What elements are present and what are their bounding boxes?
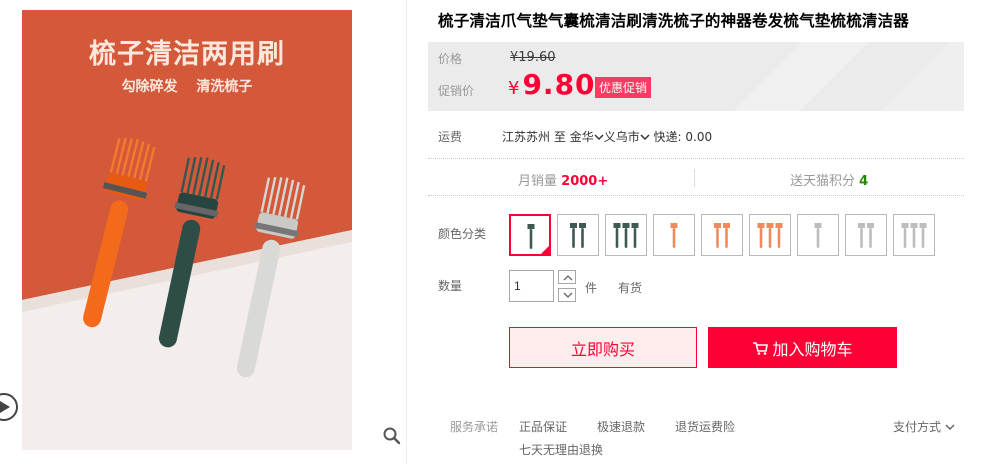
shipping-method: 快递: 0.00	[653, 130, 713, 144]
quantity-unit: 件	[585, 281, 598, 295]
service-item[interactable]: 正品保证	[519, 418, 567, 435]
points-value: 4	[859, 174, 869, 189]
chevron-down-icon	[945, 424, 955, 431]
magnifier-icon	[383, 427, 401, 445]
main-product-image[interactable]: 梳子清洁两用刷 勾除碎发 清洗梳子	[22, 10, 352, 450]
monthly-sales-label: 月销量	[518, 174, 558, 189]
product-gallery: 梳子清洁两用刷 勾除碎发 清洗梳子	[0, 0, 410, 464]
service-items: 正品保证 极速退款 退货运费险 七天无理由退换	[519, 418, 809, 458]
currency-symbol: ¥	[508, 78, 521, 99]
color-swatch[interactable]	[797, 214, 839, 256]
comb-thumbnail-icon	[714, 223, 730, 248]
comb-thumbnail-icon	[757, 223, 783, 248]
ad-title: 梳子清洁两用刷	[89, 39, 285, 70]
comb-thumbnail-icon	[670, 223, 678, 248]
city-dropdown[interactable]: 义乌市	[604, 130, 650, 144]
comb-thumbnail-icon	[570, 223, 586, 248]
color-swatch[interactable]	[749, 214, 791, 256]
quantity-label: 数量	[438, 279, 463, 293]
payment-label: 支付方式	[893, 420, 942, 434]
play-icon	[0, 401, 10, 413]
color-swatch[interactable]	[893, 214, 935, 256]
stock-status: 有货	[618, 281, 643, 295]
price-panel-pattern	[704, 42, 964, 111]
points-label: 送天猫积分	[790, 174, 856, 189]
service-item[interactable]: 极速退款	[597, 418, 645, 435]
service-item[interactable]: 七天无理由退换	[519, 441, 603, 458]
quantity-increase-button[interactable]	[558, 270, 576, 284]
original-price: ¥19.60	[510, 50, 556, 65]
add-to-cart-label: 加入购物车	[772, 339, 853, 359]
comb-thumbnail-icon	[901, 223, 927, 248]
color-swatches	[509, 214, 935, 256]
chevron-up-icon	[563, 275, 573, 281]
monthly-sales-value: 2000+	[561, 174, 609, 189]
play-video-button[interactable]	[0, 393, 18, 421]
province-value: 金华	[569, 130, 594, 144]
shipping-label: 运费	[438, 130, 463, 144]
chevron-down-icon	[640, 134, 650, 141]
color-swatch[interactable]	[557, 214, 599, 256]
comb-thumbnail-icon	[613, 223, 639, 248]
promo-price-value: 9.80	[522, 68, 596, 101]
color-swatch[interactable]	[509, 214, 551, 256]
comb-thumbnail-icon	[814, 223, 822, 248]
add-to-cart-button[interactable]: 加入购物车	[708, 327, 897, 368]
chevron-down-icon	[563, 292, 573, 298]
promo-price-label: 促销价	[438, 84, 475, 98]
selected-check-icon	[539, 244, 551, 256]
ship-to-prefix: 至	[553, 130, 566, 144]
color-option-label: 颜色分类	[438, 227, 487, 241]
service-label: 服务承诺	[450, 420, 499, 434]
product-title: 梳子清洁爪气垫气囊梳清洁刷清洗梳子的神器卷发梳气垫梳梳清洁器	[438, 12, 910, 30]
original-price-label: 价格	[438, 52, 463, 66]
color-swatch[interactable]	[701, 214, 743, 256]
stats-divider	[694, 169, 695, 187]
gallery-divider	[406, 0, 407, 464]
tmall-points: 送天猫积分 4	[790, 170, 868, 189]
payment-methods-dropdown[interactable]: 支付方式	[893, 418, 955, 435]
ship-from: 江苏苏州	[502, 130, 551, 144]
comb-thumbnail-icon	[858, 223, 874, 248]
zoom-button[interactable]	[382, 426, 402, 446]
monthly-sales: 月销量 2000+	[518, 170, 608, 189]
cart-icon	[753, 341, 769, 355]
color-swatch[interactable]	[653, 214, 695, 256]
product-info: 梳子清洁爪气垫气囊梳清洁刷清洗梳子的神器卷发梳气垫梳梳清洁器 价格 ¥19.60…	[428, 0, 968, 464]
province-dropdown[interactable]: 金华	[570, 130, 604, 144]
city-value: 义乌市	[603, 130, 640, 144]
chevron-down-icon	[594, 134, 604, 141]
shipping-row: 运费 江苏苏州 至 金华 义乌市 快递: 0.00	[428, 126, 964, 156]
quantity-input[interactable]	[509, 270, 554, 302]
price-panel: 价格 ¥19.60 促销价 ¥9.80 优惠促销	[428, 42, 964, 111]
color-swatch[interactable]	[845, 214, 887, 256]
shipping-value: 江苏苏州 至 金华 义乌市 快递: 0.00	[502, 128, 712, 145]
promo-price: ¥9.80	[508, 68, 596, 101]
color-swatch[interactable]	[605, 214, 647, 256]
sales-stats: 月销量 2000+ 送天猫积分 4	[428, 158, 964, 196]
buy-now-button[interactable]: 立即购买	[509, 327, 697, 368]
promo-badge: 优惠促销	[595, 77, 652, 98]
product-page: 梳子清洁两用刷 勾除碎发 清洗梳子 梳子清洁爪气垫气囊梳清洁刷清洗梳子的神器卷发…	[0, 0, 991, 464]
quantity-decrease-button[interactable]	[558, 288, 576, 302]
service-item[interactable]: 退货运费险	[675, 418, 735, 435]
ad-subtitle: 勾除碎发 清洗梳子	[121, 79, 253, 95]
